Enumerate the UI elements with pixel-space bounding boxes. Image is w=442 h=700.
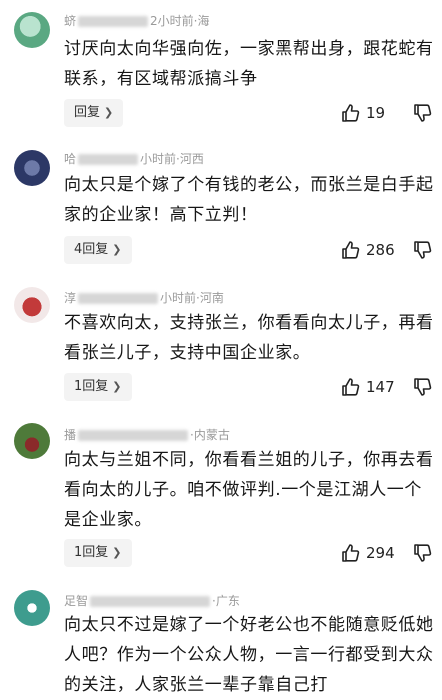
comment-text: 向太只不过是嫁了一个好老公也不能随意贬低她人吧？作为一个公众人物，一言一行都受到… xyxy=(64,615,434,695)
comment-text: 讨厌向太向华强向佐，一家黑帮出身，跟花蛇有联系，有区域帮派搞斗争 xyxy=(64,39,434,89)
like-button[interactable]: 19 xyxy=(340,99,385,127)
thumb-down-icon xyxy=(414,544,432,562)
like-count: 19 xyxy=(366,104,386,122)
comment-text: 向太只是个嫁了个有钱的老公，而张兰是白手起家的企业家！高下立判！ xyxy=(64,175,434,225)
location: ·海 xyxy=(193,14,210,28)
thumb-down-icon xyxy=(414,241,432,259)
location: ·河西 xyxy=(176,152,204,166)
thumb-up-icon xyxy=(342,241,360,259)
reply-button[interactable]: 1回复 ❯ xyxy=(64,373,132,401)
username[interactable]: 蛴 xyxy=(64,14,76,28)
timestamp: 小时前 xyxy=(160,291,197,305)
reply-button[interactable]: 4回复 ❯ xyxy=(64,236,132,264)
reply-button[interactable]: 1回复 ❯ xyxy=(64,539,132,567)
chevron-right-icon: ❯ xyxy=(104,106,114,119)
timestamp: 小时前 xyxy=(140,152,177,166)
location: ·河南 xyxy=(196,291,224,305)
dislike-button[interactable] xyxy=(412,539,432,567)
comment-text: 向太与兰姐不同，你看看兰姐的儿子，你再去看看向太的儿子。咱不做评判.一个是江湖人… xyxy=(64,450,434,530)
like-count: 294 xyxy=(366,544,395,562)
username[interactable]: 播 xyxy=(64,428,76,442)
avatar[interactable] xyxy=(14,287,50,323)
like-count: 286 xyxy=(366,241,395,259)
comment-meta: 淳 小时前·河南 xyxy=(64,289,224,306)
thumb-down-icon xyxy=(414,104,432,122)
username[interactable]: 哈 xyxy=(64,152,76,166)
avatar[interactable] xyxy=(14,423,50,459)
thumb-up-icon xyxy=(342,378,360,396)
avatar[interactable] xyxy=(14,150,50,186)
chevron-right-icon: ❯ xyxy=(112,243,122,256)
avatar[interactable] xyxy=(14,12,50,48)
comment-text: 不喜欢向太，支持张兰，你看看向太儿子，再看看张兰儿子，支持中国企业家。 xyxy=(64,313,434,363)
like-button[interactable]: 147 xyxy=(340,373,395,401)
like-button[interactable]: 286 xyxy=(340,236,395,264)
thumb-down-icon xyxy=(414,378,432,396)
location: ·广东 xyxy=(212,594,240,608)
dislike-button[interactable] xyxy=(412,99,432,127)
username[interactable]: 足智 xyxy=(64,594,88,608)
thumb-up-icon xyxy=(342,104,360,122)
chevron-right-icon: ❯ xyxy=(112,380,122,393)
reply-button[interactable]: 回复 ❯ xyxy=(64,99,124,127)
like-count: 147 xyxy=(366,378,395,396)
chevron-right-icon: ❯ xyxy=(112,546,122,559)
dislike-button[interactable] xyxy=(412,236,432,264)
timestamp: 2小时前 xyxy=(150,14,194,28)
comment-meta: 播 ·内蒙古 xyxy=(64,426,230,443)
username[interactable]: 淳 xyxy=(64,291,76,305)
comment-meta: 蛴 2小时前·海 xyxy=(64,12,209,29)
avatar[interactable] xyxy=(14,590,50,626)
like-button[interactable]: 294 xyxy=(340,539,395,567)
location: ·内蒙古 xyxy=(190,428,230,442)
dislike-button[interactable] xyxy=(412,373,432,401)
comment-meta: 哈 小时前·河西 xyxy=(64,150,204,167)
thumb-up-icon xyxy=(342,544,360,562)
comment-meta: 足智 ·广东 xyxy=(64,592,240,609)
